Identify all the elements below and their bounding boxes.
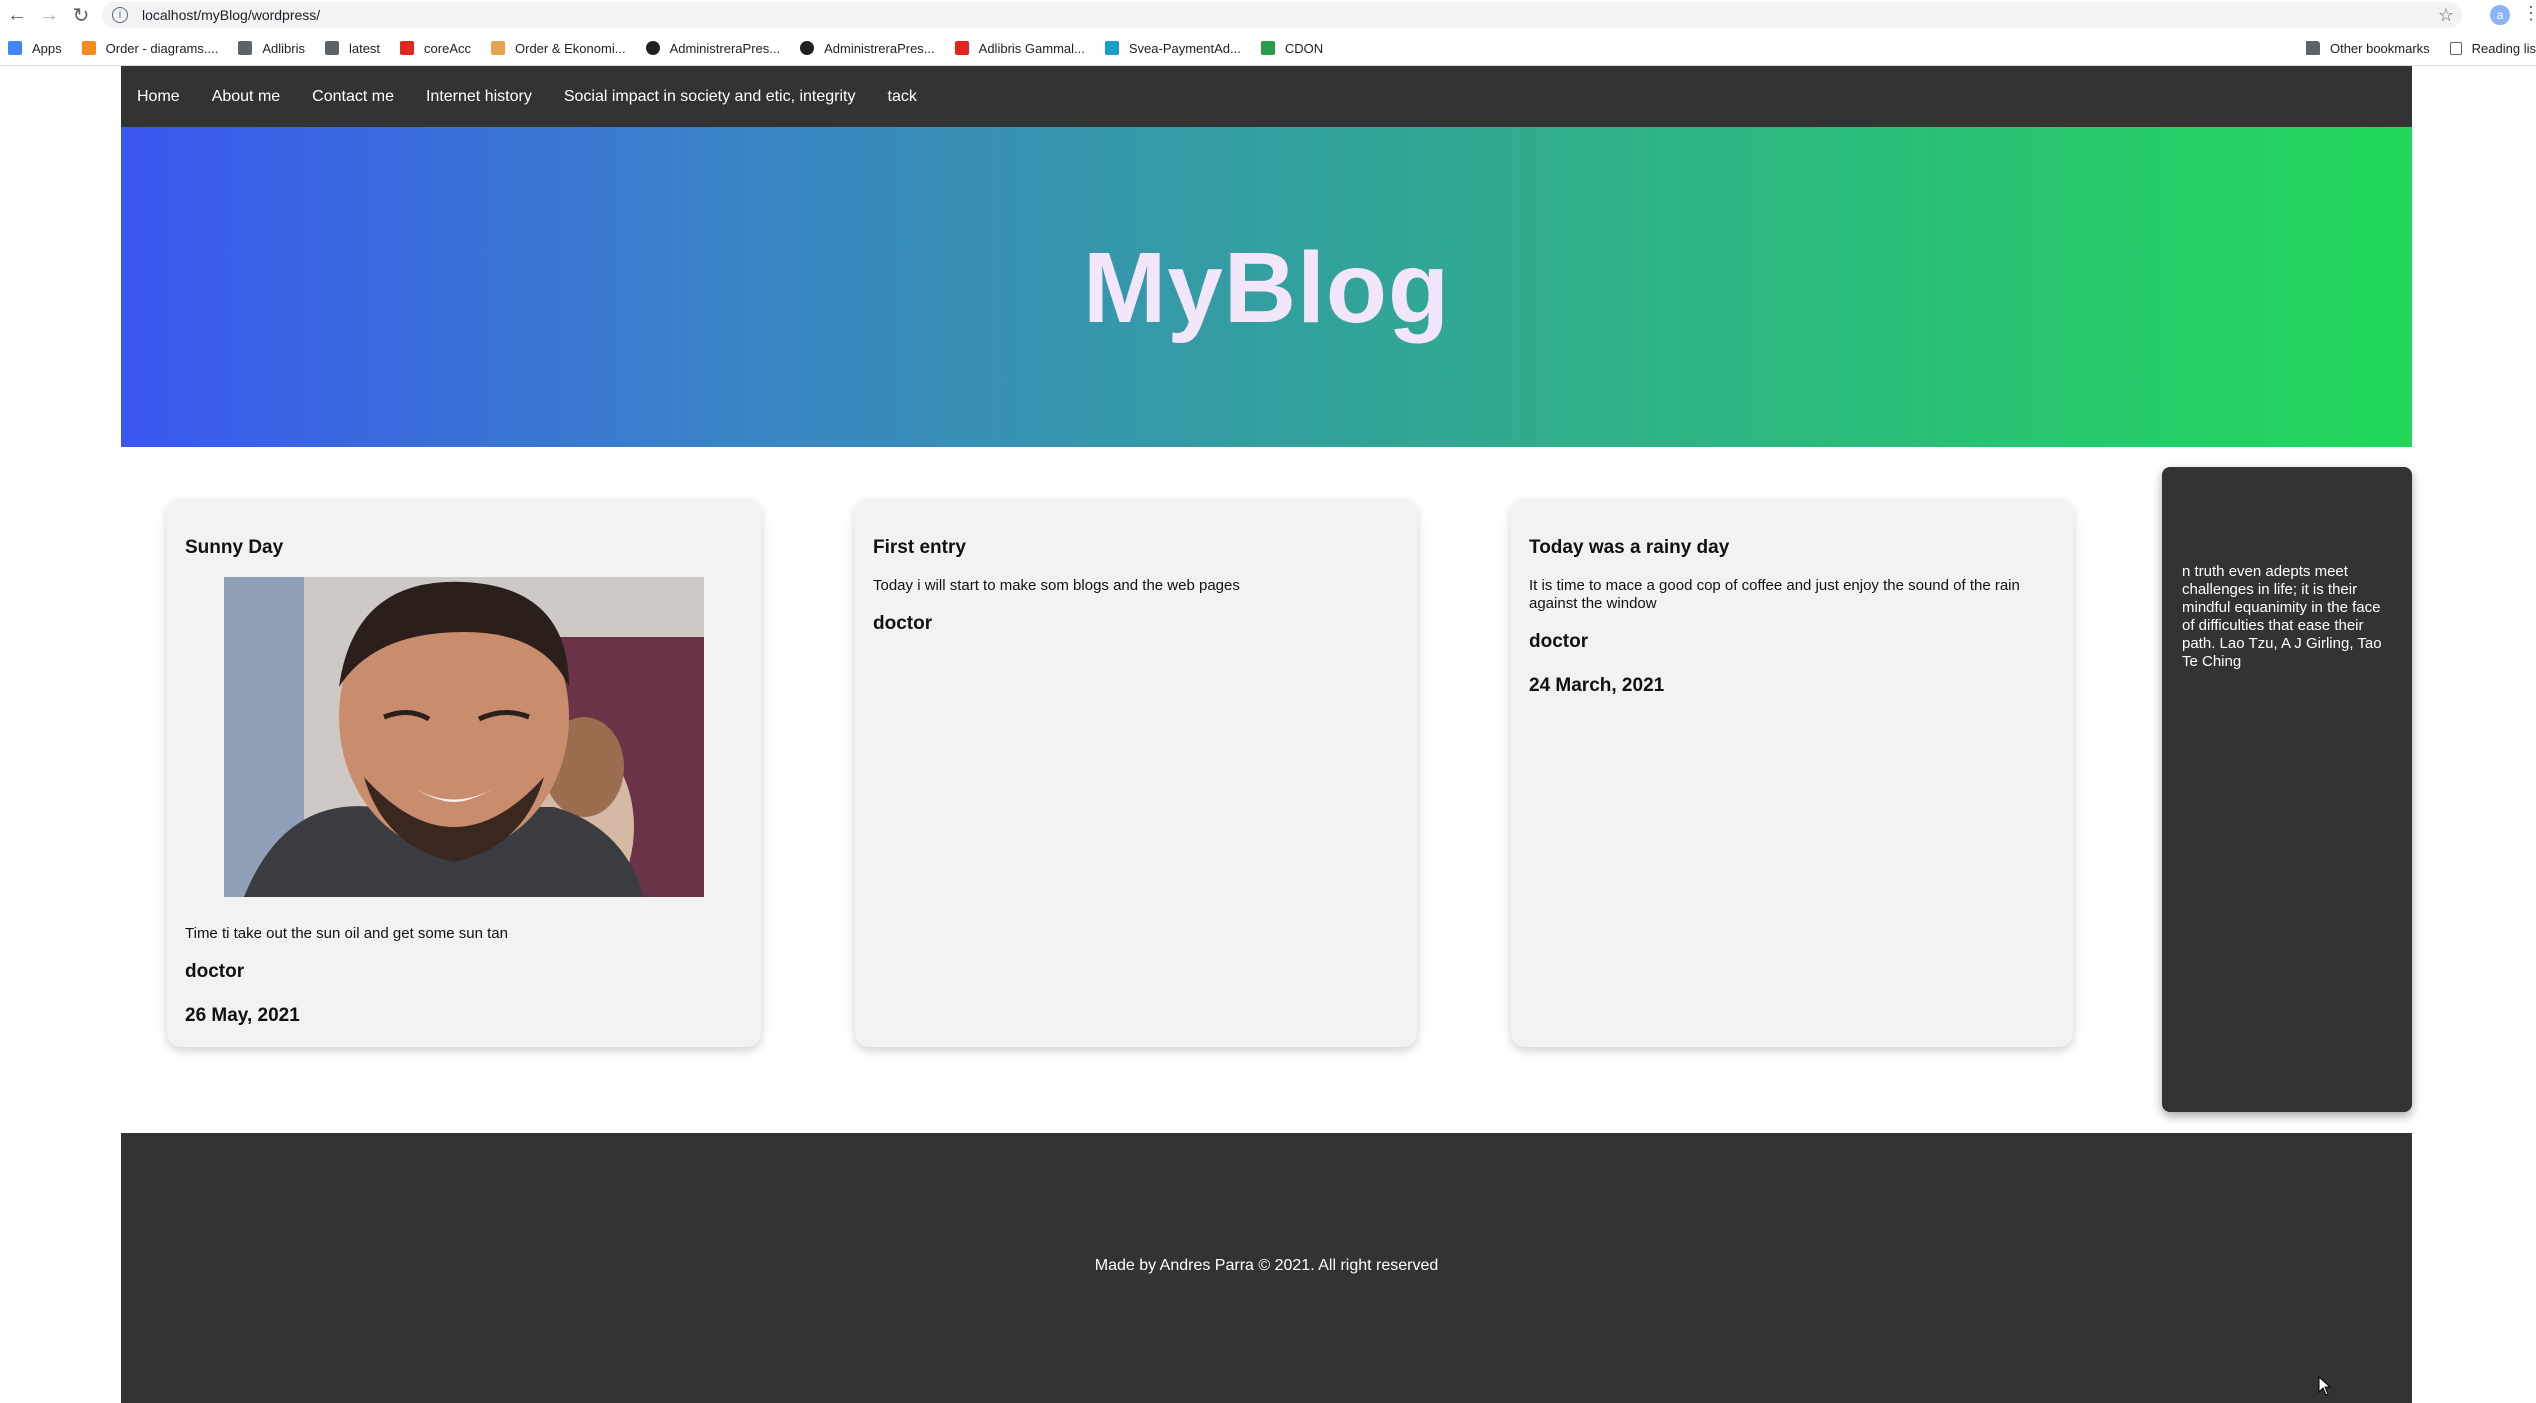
- acrobat-icon: [400, 41, 415, 55]
- post-card[interactable]: First entry Today i will start to make s…: [855, 499, 1417, 1047]
- apps-grid-icon: [8, 41, 22, 55]
- posts-section: Sunny Day Time ti take out the sun oil a…: [121, 447, 2412, 1133]
- footer-text: Made by Andres Parra © 2021. All right r…: [1094, 1257, 1439, 1274]
- nav-link-tack[interactable]: tack: [888, 82, 917, 112]
- post-date: 24 March, 2021: [1529, 675, 1665, 696]
- bookmark-label: Adlibris: [262, 40, 305, 56]
- nav-link-home[interactable]: Home: [137, 82, 180, 112]
- other-bookmarks-label: Other bookmarks: [2329, 40, 2430, 56]
- reading-list-label: Reading lis: [2471, 40, 2536, 56]
- globe-icon: [645, 41, 660, 55]
- bookmark-label: AdministreraPres...: [669, 40, 781, 56]
- site-nav: Home About me Contact me Internet histor…: [121, 66, 2412, 127]
- bookmark-label: CDON: [1284, 40, 1324, 56]
- globe-icon: [800, 41, 815, 55]
- mouse-cursor-icon: [2318, 1376, 2332, 1396]
- other-bookmarks[interactable]: Other bookmarks: [2305, 40, 2430, 56]
- blog-page: Home About me Contact me Internet histor…: [121, 66, 2412, 1403]
- bookmark-label: Order & Ekonomi...: [515, 40, 626, 56]
- bookmark-item[interactable]: Adlibris: [238, 41, 305, 56]
- bookmark-label: Adlibris Gammal...: [978, 40, 1085, 56]
- bookmark-item[interactable]: Adlibris Gammal...: [954, 40, 1085, 56]
- site-footer: Made by Andres Parra © 2021. All right r…: [121, 1133, 2412, 1403]
- bookmark-label: Order - diagrams....: [105, 40, 219, 56]
- bookmark-item[interactable]: Order - diagrams....: [81, 40, 219, 56]
- menu-kebab-icon[interactable]: ⋮: [2522, 3, 2536, 24]
- bookmark-item[interactable]: Apps: [8, 41, 62, 56]
- svea-logo-icon: [1104, 41, 1119, 55]
- info-icon[interactable]: i: [112, 7, 128, 23]
- reading-list[interactable]: Reading lis: [2449, 40, 2536, 56]
- post-card[interactable]: Today was a rainy day It is time to mace…: [1511, 499, 2073, 1047]
- hero-banner: MyBlog: [121, 127, 2412, 447]
- post-date: 26 May, 2021: [185, 1005, 300, 1026]
- profile-avatar[interactable]: a: [2490, 5, 2510, 25]
- nav-link-social-impact[interactable]: Social impact in society and etic, integ…: [564, 82, 856, 112]
- nav-link-contact[interactable]: Contact me: [312, 82, 394, 112]
- reload-icon[interactable]: ↻: [66, 0, 96, 30]
- sidebar-quote: n truth even adepts meet challenges in l…: [2182, 563, 2382, 670]
- bookmark-label: coreAcc: [424, 40, 472, 56]
- post-body: Time ti take out the sun oil and get som…: [185, 925, 508, 942]
- bookmark-item[interactable]: coreAcc: [400, 41, 471, 56]
- post-body: Today i will start to make som blogs and…: [873, 577, 1240, 594]
- post-author: doctor: [873, 613, 933, 634]
- bookmark-item[interactable]: Svea-PaymentAd...: [1104, 40, 1241, 56]
- site-title: MyBlog: [1082, 231, 1451, 344]
- bookmark-label: latest: [348, 40, 381, 56]
- folder-icon: [324, 41, 339, 55]
- post-card[interactable]: Sunny Day Time ti take out the sun oil a…: [167, 499, 761, 1047]
- post-author: doctor: [1529, 631, 1589, 652]
- post-body: It is time to mace a good cop of coffee …: [1529, 577, 2020, 612]
- post-title[interactable]: First entry: [873, 537, 1399, 559]
- reading-list-icon: [2449, 41, 2462, 55]
- pencil-logo-icon: [491, 41, 506, 55]
- nav-link-internet-history[interactable]: Internet history: [426, 82, 532, 112]
- bookmark-item[interactable]: latest: [324, 40, 381, 56]
- bookmark-label: Apps: [32, 40, 62, 56]
- folder-icon: [238, 41, 253, 55]
- bookmark-label: Svea-PaymentAd...: [1128, 40, 1241, 56]
- address-url[interactable]: localhost/myBlog/wordpress/: [142, 7, 320, 23]
- bookmarks-bar: Apps Order - diagrams.... Adlibris latest co…: [0, 32, 2536, 64]
- bookmark-item[interactable]: AdministreraPres...: [645, 40, 781, 56]
- nav-link-about[interactable]: About me: [212, 82, 280, 112]
- browser-toolbar: ← → ↻ i localhost/myBlog/wordpress/ ☆ a …: [0, 0, 2536, 30]
- address-bar[interactable]: i localhost/myBlog/wordpress/ ☆: [102, 2, 2462, 28]
- folder-icon: [2305, 41, 2320, 55]
- post-author: doctor: [185, 961, 245, 982]
- acrobat-icon: [954, 41, 969, 55]
- post-title[interactable]: Sunny Day: [185, 537, 743, 559]
- bookmark-item[interactable]: Order & Ekonomi...: [491, 41, 626, 56]
- orange-logo-icon: [81, 41, 96, 55]
- forward-arrow-icon[interactable]: →: [34, 0, 64, 30]
- post-title[interactable]: Today was a rainy day: [1529, 537, 2055, 559]
- quote-sidebar: n truth even adepts meet challenges in l…: [2162, 467, 2412, 1112]
- bookmark-item[interactable]: AdministreraPres...: [800, 41, 935, 56]
- back-arrow-icon[interactable]: ←: [2, 0, 32, 30]
- bookmark-star-icon[interactable]: ☆: [2438, 5, 2454, 26]
- bookmark-label: AdministreraPres...: [824, 40, 935, 56]
- cdon-logo-icon: [1260, 41, 1275, 55]
- bookmark-item[interactable]: CDON: [1260, 40, 1324, 56]
- post-image: [224, 577, 704, 897]
- smiling-man-photo: [224, 577, 704, 897]
